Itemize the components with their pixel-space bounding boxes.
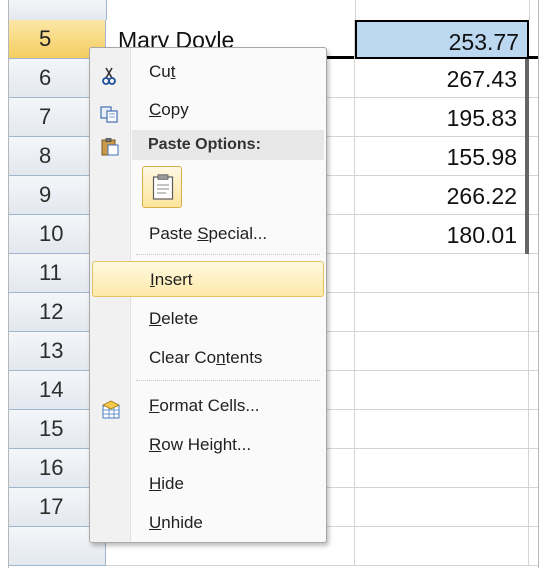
column-separator [355,0,356,20]
value-cell[interactable]: 155.98 [355,137,529,176]
menu-item-hide[interactable]: Hide [92,466,324,502]
value-cell[interactable]: 195.83 [355,98,529,137]
context-menu: Cut Copy Paste Options: Paste Special...… [89,47,327,543]
menu-item-label: Paste Special... [149,224,268,243]
menu-item-label: Insert [150,270,193,289]
menu-item-label: Copy [149,100,189,119]
menu-item-delete[interactable]: Delete [92,301,324,337]
value-cell[interactable]: 180.01 [355,215,529,254]
column-separator [529,0,530,20]
menu-item-label: Delete [149,309,199,328]
value-cell[interactable] [355,410,529,449]
menu-item-label: Cut [149,62,176,81]
copy-icon [100,101,120,123]
menu-item-label: Row Height... [149,435,252,454]
menu-item-paste-special[interactable]: Paste Special... [92,216,324,252]
previous-row-strip [9,0,538,20]
window-border-right [538,0,539,568]
menu-item-insert[interactable]: Insert [92,261,324,297]
value-cell[interactable] [355,332,529,371]
menu-item-label: Unhide [149,513,203,532]
menu-item-row-height[interactable]: Row Height... [92,427,324,463]
paste-icon [152,174,174,200]
value-cell-active[interactable]: 253.77 [355,20,529,59]
menu-item-label: Clear Contents [149,348,263,367]
scissors-icon [100,63,120,85]
value-cell[interactable] [355,293,529,332]
value-cell[interactable] [355,254,529,293]
value-cell[interactable] [355,488,529,527]
format-cells-icon [100,397,120,419]
excel-window: 5 Mary Doyle 253.77 6 267.43 7 195.83 8 … [0,0,547,568]
row-header-partial[interactable] [9,0,107,20]
menu-item-cut[interactable]: Cut [92,54,324,90]
menu-item-clear-contents[interactable]: Clear Contents [92,340,324,376]
menu-item-copy[interactable]: Copy [92,92,324,128]
clipboard-icon [100,138,120,156]
value-cell[interactable]: 266.22 [355,176,529,215]
value-cell[interactable] [355,527,529,566]
paste-options-header: Paste Options: [132,130,324,160]
value-cell[interactable] [355,371,529,410]
menu-separator [136,380,320,381]
menu-item-label: Hide [149,474,184,493]
value-cell[interactable] [355,449,529,488]
menu-separator [136,254,320,255]
menu-item-label: Format Cells... [149,396,260,415]
value-cell[interactable]: 267.43 [355,59,529,98]
menu-item-format-cells[interactable]: Format Cells... [92,388,324,424]
menu-item-unhide[interactable]: Unhide [92,505,324,541]
paste-button[interactable] [142,166,182,208]
